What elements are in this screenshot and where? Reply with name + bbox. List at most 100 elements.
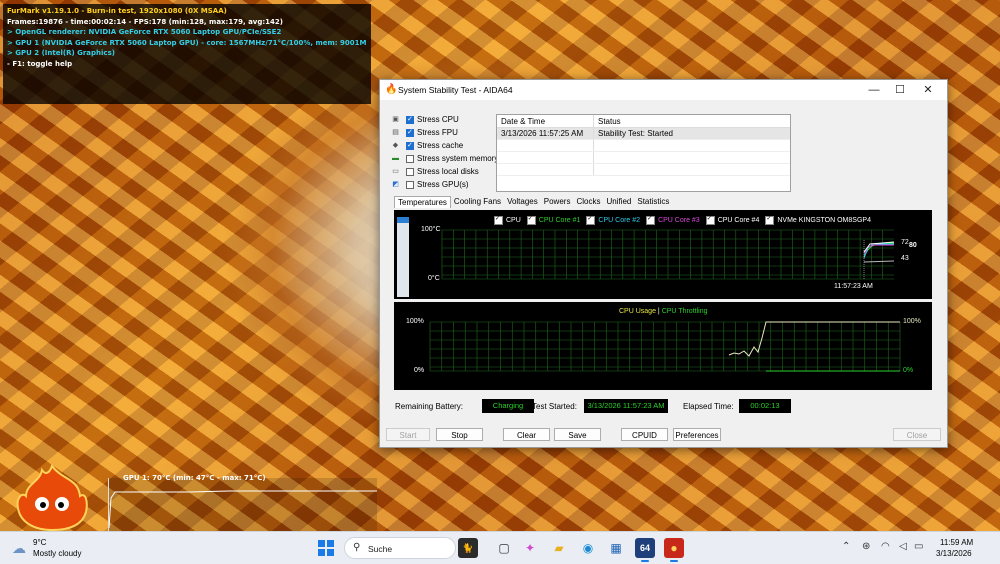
table-row-empty [497, 164, 790, 176]
temp-value-72: 72 [901, 239, 909, 246]
column-header-status[interactable]: Status [594, 115, 790, 127]
cpu-usage-graph: CPU Usage | CPU Throttling 100% 0% 100% … [394, 302, 932, 390]
legend-cpu-usage[interactable]: CPU Usage [619, 308, 656, 315]
clock-date[interactable]: 3/13/2026 [936, 549, 972, 558]
title-bar[interactable]: 🔥 System Stability Test - AIDA64 — ☐ ✕ [380, 80, 947, 100]
table-cell-datetime: 3/13/2026 11:57:25 AM [497, 128, 594, 139]
table-row-empty [497, 140, 790, 152]
search-icon: ⚲ [353, 542, 361, 553]
volume-icon[interactable]: ◁ [899, 541, 907, 552]
stress-disks-checkbox[interactable] [406, 167, 414, 176]
furmark-logo-icon [16, 463, 88, 532]
stress-memory-option[interactable]: ▬ Stress system memory [390, 152, 498, 165]
legend-cpu-core-1[interactable]: CPU Core #1 [526, 215, 580, 225]
stress-gpu-option[interactable]: ◩ Stress GPU(s) [390, 178, 498, 191]
aida64-flame-icon: 🔥 [385, 84, 398, 95]
taskbar: ☁ 9°C Mostly cloudy ⚲ Suche 🐈 ▢ ✦ ▰ ◉ ▦ … [0, 531, 1000, 564]
furmark-taskbar-icon[interactable]: ● [664, 538, 684, 562]
tab-voltages[interactable]: Voltages [504, 196, 541, 208]
legend-cpu-throttling[interactable]: CPU Throttling [662, 308, 708, 315]
cpu-y-top-left: 100% [406, 318, 424, 325]
close-button[interactable]: Close [893, 428, 941, 441]
table-row-empty [497, 152, 790, 164]
cat-icon[interactable]: 🐈 [458, 538, 478, 558]
stress-cache-checkbox[interactable] [406, 141, 414, 150]
furmark-line-gpu2: > GPU 2 (Intel(R) Graphics) [7, 49, 115, 57]
legend-cpu-core-2[interactable]: CPU Core #2 [586, 215, 640, 225]
gpu-temp-graph [108, 478, 377, 531]
action-buttons: Start Stop Clear Save CPUID Preferences … [380, 428, 947, 442]
tab-unified[interactable]: Unified [603, 196, 634, 208]
stop-button[interactable]: Stop [436, 428, 483, 441]
tab-cooling-fans[interactable]: Cooling Fans [451, 196, 504, 208]
aida64-icon[interactable]: 64 [635, 538, 655, 562]
column-header-datetime[interactable]: Date & Time [497, 115, 594, 127]
start-button[interactable]: Start [386, 428, 430, 441]
stress-memory-checkbox[interactable] [406, 154, 414, 163]
sensor-scroll-thumb[interactable] [397, 217, 409, 223]
legend-nvme[interactable]: NVMe KINGSTON OM8SGP4 [765, 215, 871, 225]
elapsed-time-value: 00:02:13 [739, 399, 791, 413]
stress-fpu-checkbox[interactable] [406, 128, 414, 137]
file-explorer-icon[interactable]: ▰ [549, 538, 569, 558]
disk-icon: ▭ [392, 167, 399, 175]
clock-time[interactable]: 11:59 AM [940, 538, 973, 547]
search-input[interactable]: ⚲ Suche [344, 537, 456, 559]
furmark-line-gpu1: > GPU 1 (NVIDIA GeForce RTX 5060 Laptop … [7, 38, 367, 47]
stress-disks-option[interactable]: ▭ Stress local disks [390, 165, 498, 178]
table-header: Date & Time Status [497, 115, 790, 128]
temperature-graph: CPU CPU Core #1 CPU Core #2 CPU Core #3 … [394, 210, 932, 299]
cpu-icon: ▣ [392, 115, 399, 123]
minimize-button[interactable]: — [861, 82, 887, 98]
tab-temperatures[interactable]: Temperatures [394, 196, 451, 208]
cloud-icon[interactable]: ☁ [12, 540, 26, 557]
tab-clocks[interactable]: Clocks [573, 196, 603, 208]
temp-time-label: 11:57:23 AM [834, 283, 873, 290]
legend-cpu[interactable]: CPU [494, 215, 521, 225]
close-window-button[interactable]: ✕ [915, 82, 941, 98]
save-button[interactable]: Save [554, 428, 601, 441]
stress-gpu-checkbox[interactable] [406, 180, 414, 189]
clear-button[interactable]: Clear [503, 428, 550, 441]
weather-temperature[interactable]: 9°C [33, 538, 46, 547]
legend-cpu-core-4[interactable]: CPU Core #4 [705, 215, 759, 225]
stress-memory-label: Stress system memory [417, 154, 499, 163]
tab-statistics[interactable]: Statistics [634, 196, 672, 208]
stress-cpu-label: Stress CPU [417, 115, 459, 124]
temp-value-43: 43 [901, 255, 909, 262]
temp-value-80: 80 [909, 242, 917, 249]
gpu-temp-label: GPU 1: 70°C (min: 47°C - max: 71°C) [123, 474, 266, 482]
table-cell-status: Stability Test: Started [598, 129, 673, 138]
microsoft-store-icon[interactable]: ▦ [606, 538, 626, 558]
weather-description[interactable]: Mostly cloudy [33, 549, 81, 558]
stress-fpu-label: Stress FPU [417, 128, 458, 137]
wifi-icon[interactable]: ◠ [881, 541, 890, 552]
graph-tabs: Temperatures Cooling Fans Voltages Power… [394, 196, 672, 208]
edge-browser-icon[interactable]: ◉ [578, 538, 598, 558]
battery-charging-icon[interactable]: ▭ [914, 541, 923, 552]
temp-y-bottom-label: 0°C [428, 275, 440, 282]
stress-cpu-checkbox[interactable] [406, 115, 414, 124]
table-row[interactable]: 3/13/2026 11:57:25 AM Stability Test: St… [497, 128, 790, 140]
stress-fpu-option[interactable]: ▤ Stress FPU [390, 126, 498, 139]
furmark-line-title: FurMark v1.19.1.0 - Burn-in test, 1920x1… [7, 7, 227, 15]
task-view-icon[interactable]: ▢ [494, 538, 514, 558]
network-icon[interactable]: ⊛ [862, 541, 870, 552]
temp-y-top-label: 100°C [421, 226, 441, 233]
stress-cpu-option[interactable]: ▣ Stress CPU [390, 113, 498, 126]
cpu-y-bottom-left: 0% [414, 367, 425, 374]
chevron-up-icon[interactable]: ⌃ [842, 541, 850, 552]
preferences-button[interactable]: Preferences [673, 428, 721, 441]
copilot-icon[interactable]: ✦ [520, 538, 540, 558]
temperature-legend: CPU CPU Core #1 CPU Core #2 CPU Core #3 … [494, 215, 871, 225]
tab-powers[interactable]: Powers [541, 196, 574, 208]
furmark-line-help: - F1: toggle help [7, 59, 73, 68]
stress-cache-option[interactable]: ◆ Stress cache [390, 139, 498, 152]
legend-cpu-core-3[interactable]: CPU Core #3 [646, 215, 700, 225]
stress-cache-label: Stress cache [417, 141, 464, 150]
search-placeholder: Suche [368, 544, 393, 554]
sensor-scroll-strip[interactable] [397, 217, 409, 297]
cpuid-button[interactable]: CPUID [621, 428, 668, 441]
maximize-button[interactable]: ☐ [887, 82, 913, 98]
windows-start-icon[interactable] [318, 540, 334, 556]
